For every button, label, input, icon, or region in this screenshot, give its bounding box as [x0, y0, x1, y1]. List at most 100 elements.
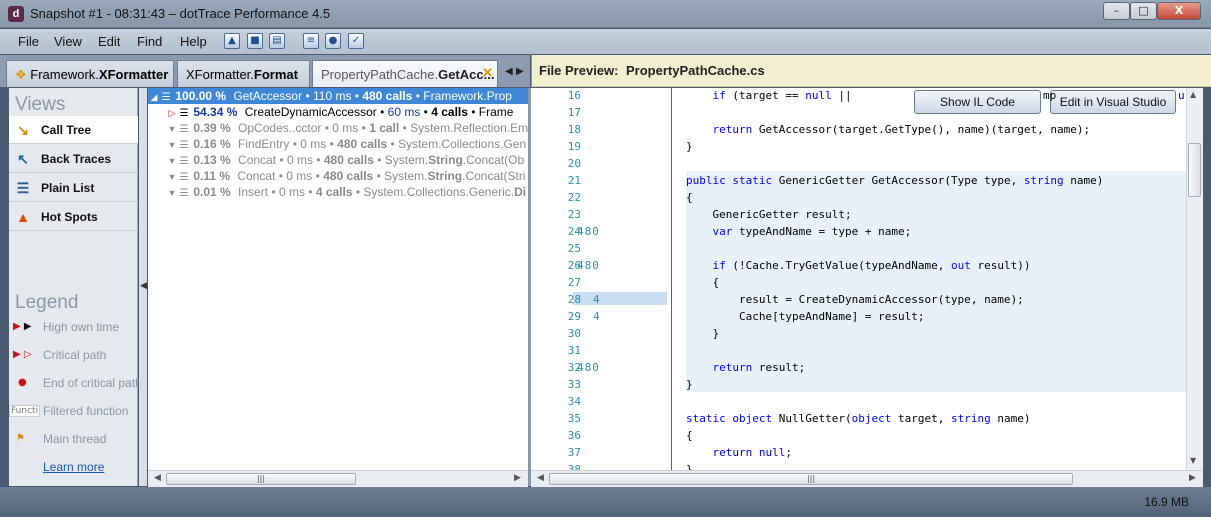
line-number: 25	[567, 242, 581, 255]
expand-icon[interactable]: ▷	[166, 105, 178, 121]
close-button[interactable]: X	[1157, 2, 1201, 20]
line-number: 18	[567, 123, 581, 136]
tree-function: CreateDynamicAccessor	[244, 105, 377, 119]
save-icon[interactable]: ■	[247, 33, 263, 49]
compare-icon[interactable]: ≡	[303, 33, 319, 49]
line-number: 27	[567, 276, 581, 289]
code-line: return null;	[712, 446, 793, 459]
legend-high-own-time: High own time	[43, 320, 120, 334]
tab-bar: ❖ Framework.XFormatter XFormatter.Format…	[0, 55, 530, 87]
open-icon[interactable]: ▲	[224, 33, 240, 49]
panel-splitter[interactable]: ◀	[139, 88, 147, 486]
code-overflow-text: u	[1178, 89, 1185, 102]
hit-count: 480	[577, 259, 600, 272]
code-vscrollbar[interactable]: ▲ ▼	[1186, 88, 1203, 470]
scroll-left-icon[interactable]: ◀	[537, 473, 544, 483]
tab-format[interactable]: XFormatter.Format	[177, 60, 310, 87]
code-line: {	[686, 276, 720, 289]
maximize-button[interactable]: □	[1130, 2, 1157, 20]
code-line: {	[686, 429, 693, 442]
tree-row[interactable]: ▼ ☰ 0.39 % OpCodes..cctor • 0 ms • 1 call…	[148, 120, 528, 136]
tree-namespace: Frame	[478, 105, 514, 119]
code-line: {	[686, 191, 693, 204]
filter-icon: ▼	[167, 188, 177, 198]
view-label: Call Tree	[41, 123, 92, 137]
main-thread-icon: ⚑	[16, 433, 25, 444]
margin-line	[671, 88, 672, 470]
show-il-code-button[interactable]: Show IL Code	[914, 90, 1041, 114]
menu-help[interactable]: Help	[180, 34, 207, 49]
tree-time: 0 ms	[286, 169, 313, 183]
tree-row[interactable]: ▼ ☰ 0.01 % Insert • 0 ms • 4 calls • Syst…	[148, 184, 528, 200]
tab-scroll-right-icon[interactable]: ▶	[516, 66, 524, 77]
view-hot-spots[interactable]: ▲ Hot Spots	[9, 203, 138, 231]
legend-filtered-function: Filtered function	[43, 404, 129, 418]
line-number: 20	[567, 157, 581, 170]
tab-scroll-left-icon[interactable]: ◀	[505, 66, 513, 77]
tree-time: 60 ms	[387, 105, 421, 119]
line-number: 34	[567, 395, 581, 408]
menu-view[interactable]: View	[54, 34, 82, 49]
views-panel: Views ↘ Call Tree ↖ Back Traces ☰ Plain …	[9, 88, 142, 486]
hit-count: 4	[593, 310, 601, 323]
line-number: 17	[567, 106, 581, 119]
line-number: 28	[567, 293, 581, 306]
view-plain-list[interactable]: ☰ Plain List	[9, 174, 138, 202]
code-preview: 16 17 18 19 20 21 22 23 24 25 26 27 28 29 30 31 32 33 34 35…	[531, 88, 1186, 470]
tree-row[interactable]: ▼ ☰ 0.13 % Concat • 0 ms • 480 calls • Sy…	[148, 152, 528, 168]
view-call-tree[interactable]: ↘ Call Tree	[9, 116, 138, 144]
view-back-traces[interactable]: ↖ Back Traces	[9, 145, 138, 173]
legend-title: Legend	[15, 292, 79, 313]
collapse-left-icon[interactable]: ◀	[140, 281, 147, 291]
code-line: return GetAccessor(target.GetType(), nam…	[712, 123, 1091, 136]
scroll-down-icon[interactable]: ▼	[1190, 456, 1196, 465]
tab-xformatter[interactable]: ❖ Framework.XFormatter	[6, 60, 174, 87]
menu-file[interactable]: File	[18, 34, 39, 49]
tab-prefix: Framework.	[30, 67, 99, 82]
tree-row[interactable]: ▼ ☰ 0.11 % Concat • 0 ms • 480 calls • Sy…	[148, 168, 528, 184]
code-line: result = CreateDynamicAccessor(type, nam…	[738, 293, 1024, 306]
code-line: public static GenericGetter GetAccessor(…	[686, 174, 1104, 187]
tree-calls: 480 calls	[323, 169, 374, 183]
minimize-button[interactable]: –	[1103, 2, 1130, 20]
code-hscrollbar[interactable]: ◀ ||| ▶	[531, 470, 1203, 487]
hscroll-thumb[interactable]: |||	[166, 473, 356, 485]
tree-namespace: System.Collections.Gen	[398, 137, 527, 151]
filtered-function-icon: Functi	[9, 405, 41, 417]
tree-calls: 4 calls	[315, 185, 353, 199]
scroll-left-icon[interactable]: ◀	[154, 473, 161, 483]
tree-time: 0 ms	[286, 153, 313, 167]
tree-row[interactable]: ▼ ☰ 0.16 % FindEntry • 0 ms • 480 calls •…	[148, 136, 528, 152]
hscroll-thumb[interactable]: |||	[549, 473, 1073, 485]
scroll-right-icon[interactable]: ▶	[1189, 473, 1196, 483]
vscroll-thumb[interactable]	[1188, 143, 1201, 197]
line-number: 35	[567, 412, 581, 425]
line-number: 37	[567, 446, 581, 459]
export-icon[interactable]: ✓	[348, 33, 364, 49]
back-traces-icon: ↖	[17, 151, 29, 167]
tree-row[interactable]: ◢ ☰ 100.00 % GetAccessor • 110 ms • 480 c…	[148, 88, 528, 104]
profile-icon[interactable]: ●	[325, 33, 341, 49]
tree-row[interactable]: ▷ ☰ 54.34 % CreateDynamicAccessor • 60 ms…	[148, 104, 528, 120]
tab-bold: Format	[253, 67, 298, 82]
tab-getaccessor[interactable]: PropertyPathCache.GetAcc... ✕	[312, 60, 498, 87]
tree-pct: 0.16 %	[193, 137, 231, 151]
code-line: Cache[typeAndName] = result;	[738, 310, 925, 323]
learn-more-link[interactable]: Learn more	[43, 460, 104, 474]
call-tree-hscrollbar[interactable]: ◀ ||| ▶	[148, 470, 528, 487]
views-title: Views	[15, 94, 66, 115]
scroll-up-icon[interactable]: ▲	[1190, 90, 1196, 99]
status-bar: 16.9 MB	[0, 487, 1211, 517]
menu-edit[interactable]: Edit	[98, 34, 120, 49]
legend-end-critical-path: End of critical path	[43, 376, 142, 390]
layout-icon[interactable]: ▤	[269, 33, 285, 49]
line-number: 30	[567, 327, 581, 340]
menu-find[interactable]: Find	[137, 34, 162, 49]
close-tab-icon[interactable]: ✕	[482, 65, 493, 81]
tree-time: 0 ms	[332, 121, 359, 135]
collapse-icon[interactable]: ◢	[148, 89, 160, 105]
tree-function: Insert	[238, 185, 269, 199]
scroll-right-icon[interactable]: ▶	[514, 473, 521, 483]
edit-in-visual-studio-button[interactable]: Edit in Visual Studio	[1050, 90, 1176, 114]
critical-path-icon: ▶ ▷	[13, 349, 32, 360]
